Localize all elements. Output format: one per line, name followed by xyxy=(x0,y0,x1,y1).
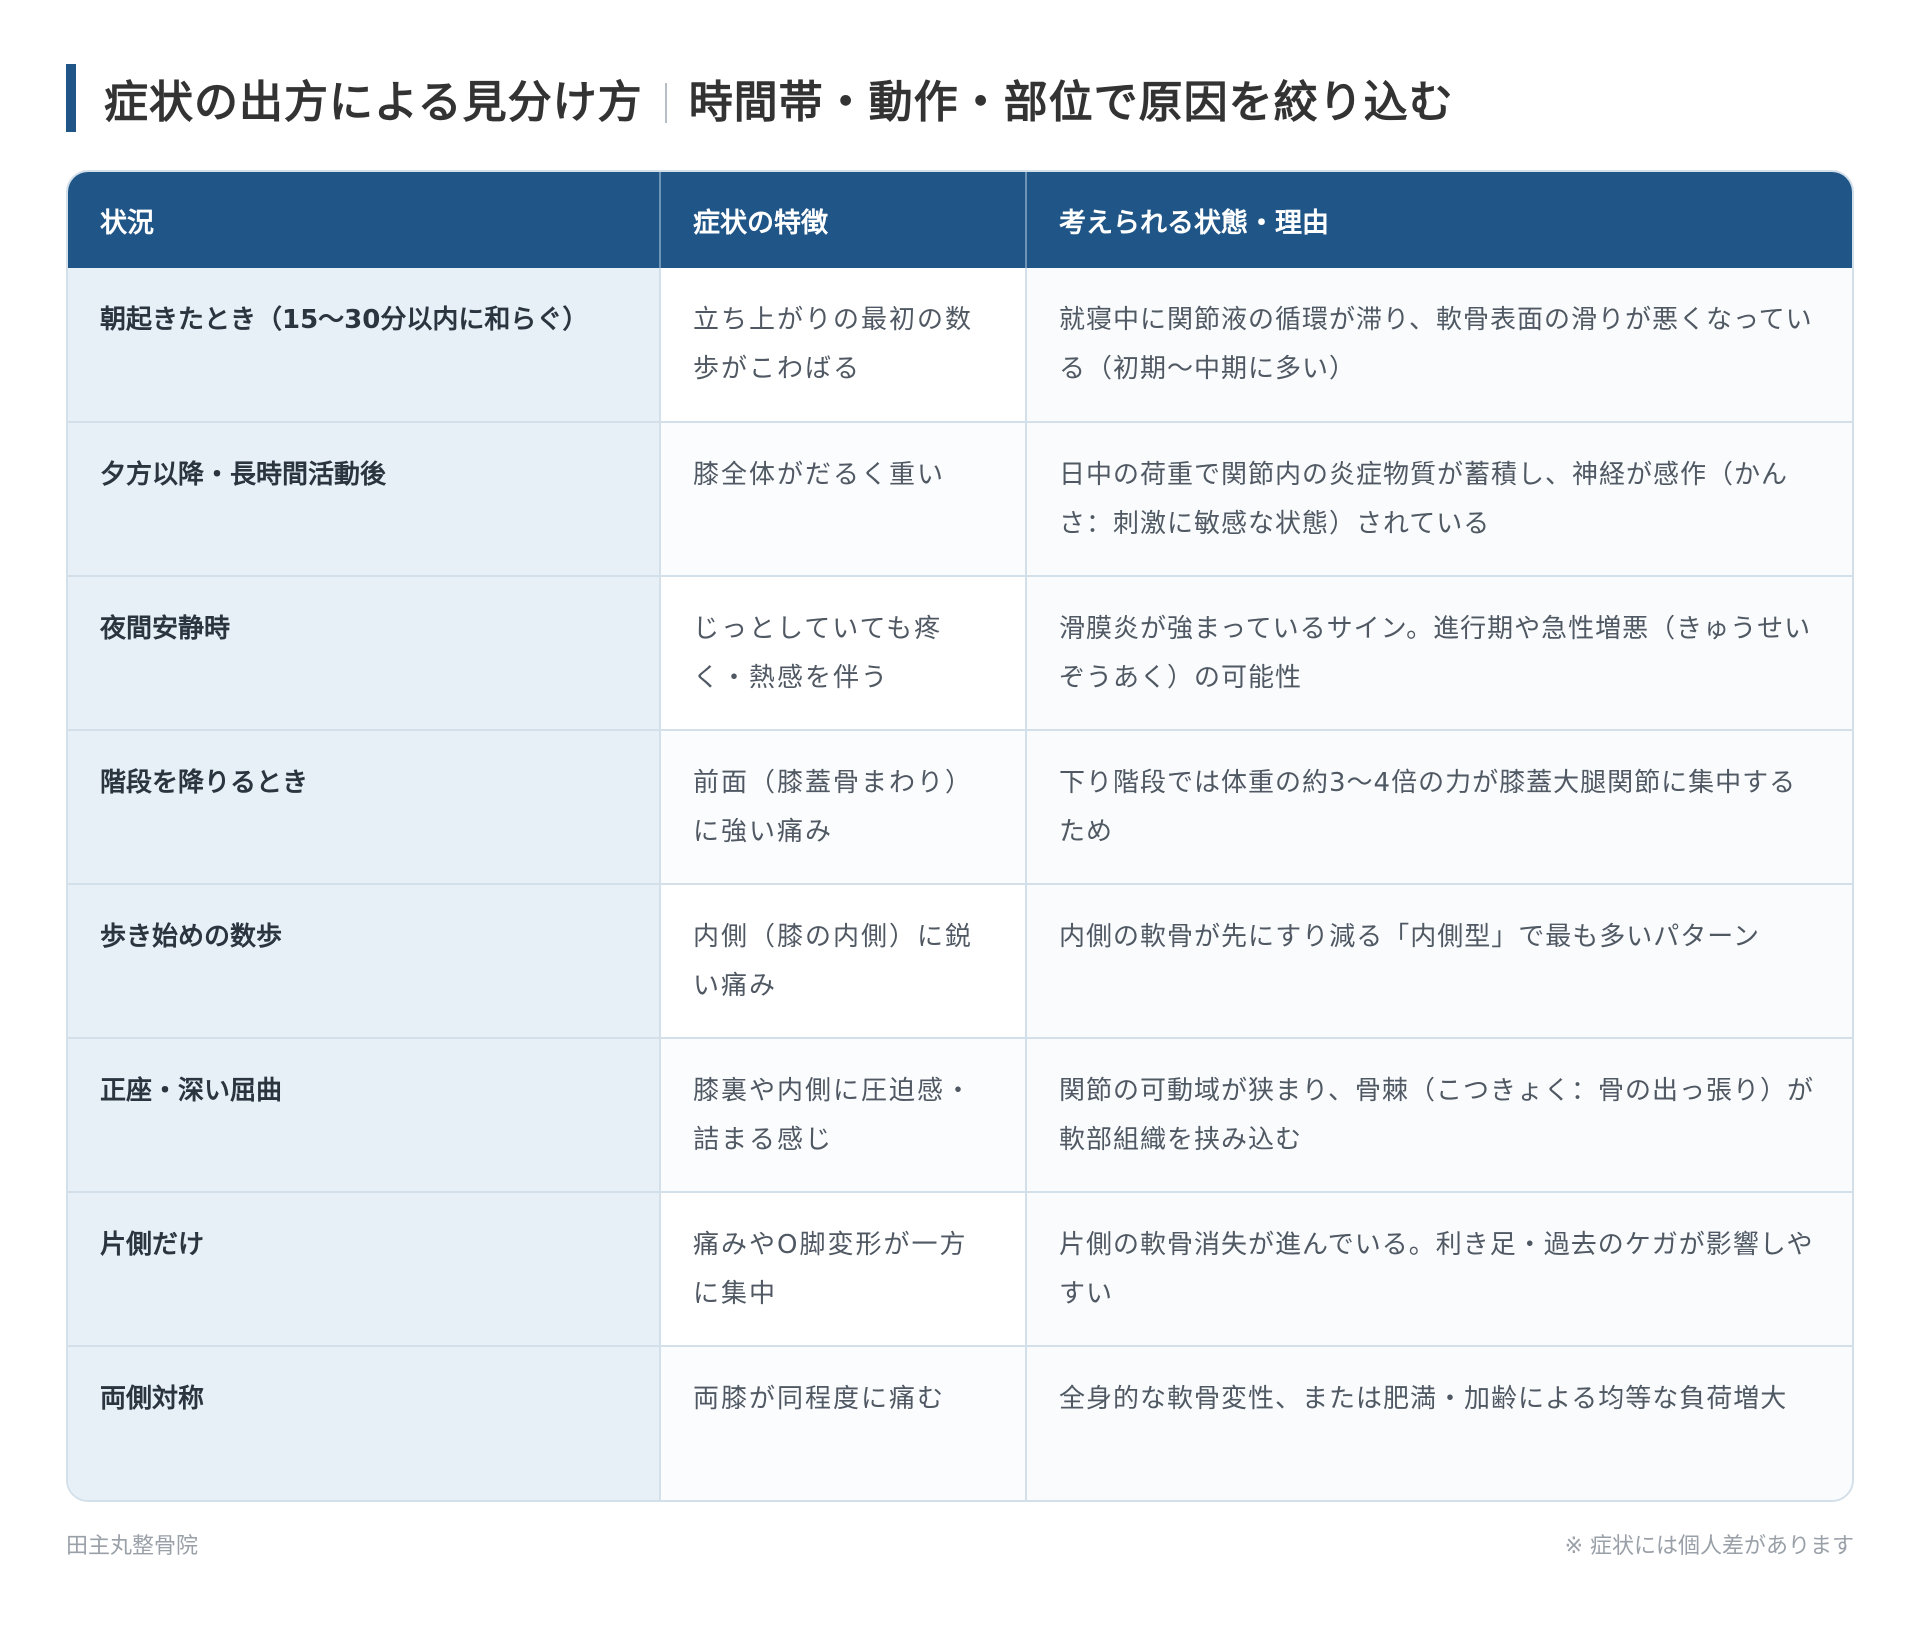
title-sub: 時間帯・動作・部位で原因を絞り込む xyxy=(688,77,1454,128)
title-separator xyxy=(664,83,667,123)
cell-feature: じっとしていても疼く・熱感を伴う xyxy=(660,575,1027,730)
footer: 田主丸整骨院 ※ 症状には個人差があります xyxy=(66,1528,1854,1560)
table-row: 夕方以降・長時間活動後 膝全体がだるく重い 日中の荷重で関節内の炎症物質が蓄積し… xyxy=(68,421,1852,576)
table-row: 朝起きたとき（15〜30分以内に和らぐ） 立ち上がりの最初の数歩がこわばる 就寝… xyxy=(68,268,1852,422)
table-row: 片側だけ 痛みやO脚変形が一方に集中 片側の軟骨消失が進んでいる。利き足・過去の… xyxy=(68,1191,1852,1346)
cell-reason: 滑膜炎が強まっているサイン。進行期や急性増悪（きゅうせいぞうあく）の可能性 xyxy=(1026,575,1852,730)
footer-clinic-name: 田主丸整骨院 xyxy=(66,1534,199,1559)
cell-feature: 前面（膝蓋骨まわり）に強い痛み xyxy=(660,729,1027,884)
cell-reason: 全身的な軟骨変性、または肥満・加齢による均等な負荷増大 xyxy=(1026,1345,1852,1500)
column-header-reason: 考えられる状態・理由 xyxy=(1026,172,1852,268)
cell-reason: 片側の軟骨消失が進んでいる。利き足・過去のケガが影響しやすい xyxy=(1026,1191,1852,1346)
table-row: 階段を降りるとき 前面（膝蓋骨まわり）に強い痛み 下り階段では体重の約3〜4倍の… xyxy=(68,729,1852,884)
cell-feature: 立ち上がりの最初の数歩がこわばる xyxy=(660,268,1027,422)
cell-feature: 膝全体がだるく重い xyxy=(660,421,1027,576)
cell-situation: 夜間安静時 xyxy=(68,575,661,730)
cell-situation: 階段を降りるとき xyxy=(68,729,661,884)
cell-feature: 内側（膝の内側）に鋭い痛み xyxy=(660,883,1027,1038)
table-row: 正座・深い屈曲 膝裏や内側に圧迫感・詰まる感じ 関節の可動域が狭まり、骨棘（こつ… xyxy=(68,1037,1852,1192)
symptom-table: 状況 症状の特徴 考えられる状態・理由 朝起きたとき（15〜30分以内に和らぐ）… xyxy=(68,172,1852,1500)
table-row: 夜間安静時 じっとしていても疼く・熱感を伴う 滑膜炎が強まっているサイン。進行期… xyxy=(68,575,1852,730)
page: 症状の出方による見分け方 時間帯・動作・部位で原因を絞り込む 状況 症状の特徴 考… xyxy=(0,0,1920,1629)
cell-situation: 片側だけ xyxy=(68,1191,661,1346)
cell-reason: 就寝中に関節液の循環が滞り、軟骨表面の滑りが悪くなっている（初期〜中期に多い） xyxy=(1026,268,1852,422)
table-row: 歩き始めの数歩 内側（膝の内側）に鋭い痛み 内側の軟骨が先にすり減る「内側型」で… xyxy=(68,883,1852,1038)
title-main: 症状の出方による見分け方 xyxy=(104,77,643,128)
page-title: 症状の出方による見分け方 時間帯・動作・部位で原因を絞り込む xyxy=(104,66,1454,130)
title-row: 症状の出方による見分け方 時間帯・動作・部位で原因を絞り込む xyxy=(66,64,1854,132)
title-accent-bar xyxy=(66,64,76,132)
column-header-feature: 症状の特徴 xyxy=(660,172,1027,268)
cell-reason: 関節の可動域が狭まり、骨棘（こつきょく：骨の出っ張り）が軟部組織を挟み込む xyxy=(1026,1037,1852,1192)
cell-situation: 夕方以降・長時間活動後 xyxy=(68,421,661,576)
cell-reason: 日中の荷重で関節内の炎症物質が蓄積し、神経が感作（かんさ：刺激に敏感な状態）され… xyxy=(1026,421,1852,576)
cell-feature: 痛みやO脚変形が一方に集中 xyxy=(660,1191,1027,1346)
cell-reason: 下り階段では体重の約3〜4倍の力が膝蓋大腿関節に集中するため xyxy=(1026,729,1852,884)
cell-feature: 膝裏や内側に圧迫感・詰まる感じ xyxy=(660,1037,1027,1192)
table-row: 両側対称 両膝が同程度に痛む 全身的な軟骨変性、または肥満・加齢による均等な負荷… xyxy=(68,1345,1852,1500)
cell-reason: 内側の軟骨が先にすり減る「内側型」で最も多いパターン xyxy=(1026,883,1852,1038)
symptom-table-container: 状況 症状の特徴 考えられる状態・理由 朝起きたとき（15〜30分以内に和らぐ）… xyxy=(66,170,1854,1502)
cell-feature: 両膝が同程度に痛む xyxy=(660,1345,1027,1500)
cell-situation: 朝起きたとき（15〜30分以内に和らぐ） xyxy=(68,268,661,422)
cell-situation: 両側対称 xyxy=(68,1345,661,1500)
table-header-row: 状況 症状の特徴 考えられる状態・理由 xyxy=(68,172,1852,268)
footer-note: ※ 症状には個人差があります xyxy=(1564,1534,1854,1559)
cell-situation: 正座・深い屈曲 xyxy=(68,1037,661,1192)
cell-situation: 歩き始めの数歩 xyxy=(68,883,661,1038)
column-header-situation: 状況 xyxy=(68,172,661,268)
